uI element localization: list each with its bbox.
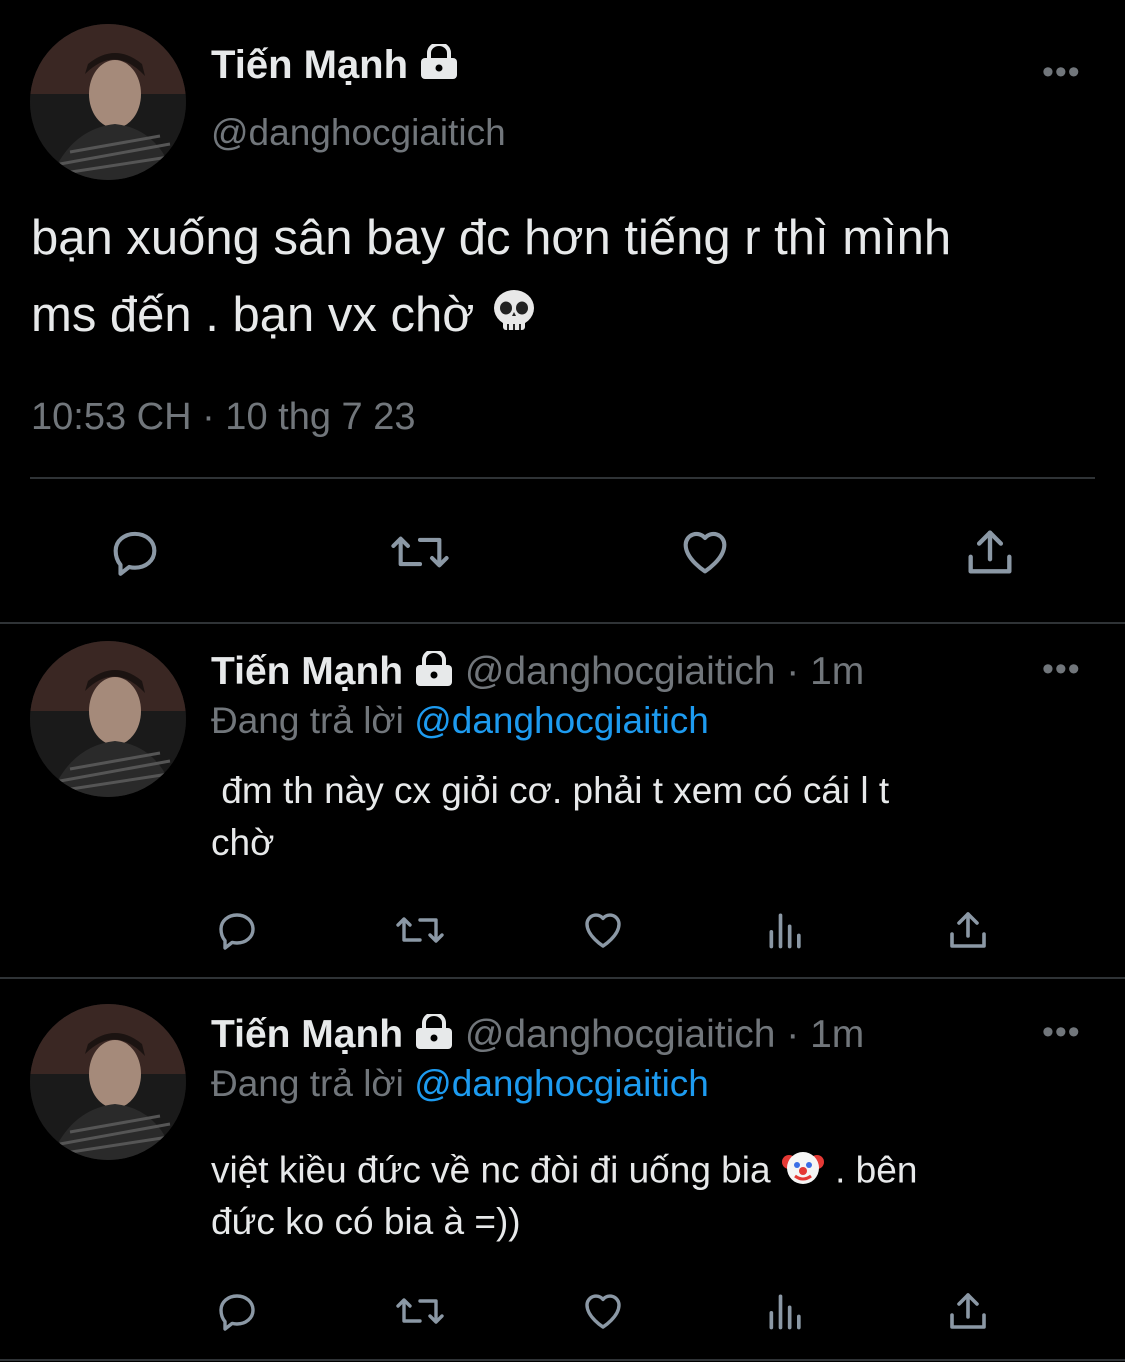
reply-header: Tiến Mạnh @danghocgiaitich · 1m [211,1011,864,1060]
tweet-text-line1: bạn xuống sân bay đc hơn tiếng r thì mìn… [31,211,952,265]
reply-time[interactable]: · 1m [786,1013,864,1056]
reply-icon[interactable] [212,1286,262,1336]
replying-to-link[interactable]: @danghocgiaitich [414,700,709,741]
handle[interactable]: @danghocgiaitich [211,112,506,154]
like-icon[interactable] [578,905,628,955]
share-icon[interactable] [943,1286,993,1336]
lock-icon [414,648,454,697]
replying-label: Đang trả lời [211,1063,404,1104]
avatar-image [30,1004,186,1160]
like-icon[interactable] [673,520,737,584]
like-icon[interactable] [578,1286,628,1336]
retweet-icon[interactable] [392,1286,448,1336]
display-name[interactable]: Tiến Mạnh [211,42,459,90]
avatar[interactable] [30,1004,186,1160]
handle[interactable]: @danghocgiaitich [465,650,776,693]
reply-text-line2: chờ [211,822,275,863]
views-icon[interactable] [762,905,810,955]
reply-text-line1-a: việt kiều đức về nc đòi đi uống bia [211,1149,771,1191]
replying-to: Đang trả lời @danghocgiaitich [211,700,709,742]
lock-icon [414,1011,454,1060]
tweet-timestamp[interactable]: 10:53 CH · 10 thg 7 23 [31,396,415,439]
reply-text-line1: đm th này cx giỏi cơ. phải t xem có cái … [211,770,890,811]
display-name-text: Tiến Mạnh [211,43,409,87]
views-icon[interactable] [762,1286,810,1336]
display-name[interactable]: Tiến Mạnh [211,1013,403,1056]
reply-time[interactable]: · 1m [786,650,864,693]
reply-text-line2: đức ko có bia à =)) [211,1201,521,1242]
more-options-icon[interactable]: ••• [1042,55,1081,89]
replying-label: Đang trả lời [211,700,404,741]
retweet-icon[interactable] [386,520,454,584]
retweet-icon[interactable] [392,905,448,955]
reply-text-line1-b: . bên [824,1149,918,1191]
reply-icon[interactable] [103,520,167,584]
avatar-image [30,24,186,180]
display-name[interactable]: Tiến Mạnh [211,650,403,693]
more-options-icon[interactable]: ••• [1042,1015,1081,1049]
tweet-text-line2: ms đến . bạn vx chờ [31,286,540,350]
divider [0,977,1125,979]
divider [30,477,1095,479]
reply-text-line1: việt kiều đức về nc đòi đi uống bia . bê… [211,1146,917,1199]
avatar-image [30,641,186,797]
lock-icon [419,42,459,90]
share-icon[interactable] [943,905,993,955]
handle[interactable]: @danghocgiaitich [465,1013,776,1056]
replying-to-link[interactable]: @danghocgiaitich [414,1063,709,1104]
replying-to: Đang trả lời @danghocgiaitich [211,1063,709,1105]
divider [0,622,1125,624]
avatar[interactable] [30,641,186,797]
skull-emoji-icon [488,286,540,350]
reply-header: Tiến Mạnh @danghocgiaitich · 1m [211,648,864,697]
divider [0,1359,1125,1361]
clown-emoji-icon [781,1146,825,1199]
reply-icon[interactable] [212,905,262,955]
more-options-icon[interactable]: ••• [1042,652,1081,686]
tweet-text-line2-text: ms đến . bạn vx chờ [31,287,475,342]
share-icon[interactable] [958,520,1022,584]
avatar[interactable] [30,24,186,180]
